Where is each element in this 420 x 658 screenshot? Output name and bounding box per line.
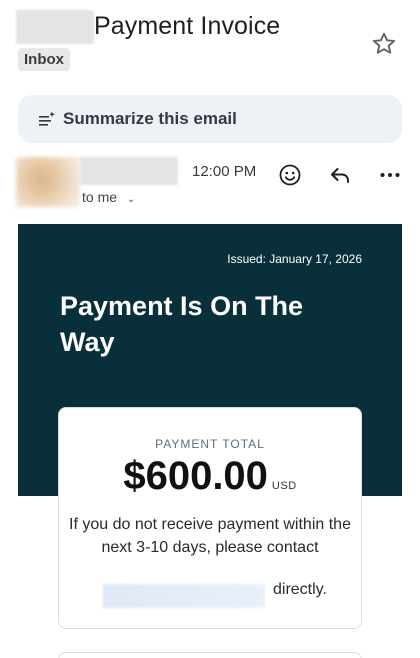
message-time: 12:00 PM [192, 163, 257, 180]
summarize-email-button[interactable]: Summarize this email [18, 95, 402, 143]
next-content-card [58, 652, 362, 658]
emoji-icon[interactable] [278, 163, 302, 187]
recipient-label: to me [82, 189, 118, 205]
message-sender-row: 12:00 PM to me ⌄ [16, 155, 406, 211]
payment-amount-row: $600.00 USD [59, 454, 361, 499]
payment-total-label: PAYMENT TOTAL [155, 437, 265, 451]
payment-note-end: directly. [273, 581, 327, 598]
payment-total-card: PAYMENT TOTAL $600.00 USD If you do not r… [58, 407, 362, 629]
redacted-sender-address [80, 157, 178, 185]
hero-headline: Payment Is On The Way [60, 291, 304, 357]
payment-currency: USD [271, 480, 297, 492]
reply-icon[interactable] [328, 163, 352, 187]
star-icon[interactable] [370, 30, 398, 58]
email-subject: Payment Invoice [94, 12, 281, 40]
email-header: Payment Invoice Inbox [16, 4, 404, 74]
issued-date: Issued: January 17, 2026 [227, 252, 362, 266]
payment-note: If you do not receive payment within the… [69, 516, 351, 556]
redacted-contact-link[interactable] [103, 584, 265, 608]
payment-amount: $600.00 [123, 454, 268, 498]
summarize-label: Summarize this email [63, 109, 237, 128]
avatar[interactable] [16, 157, 80, 207]
recipient-details-toggle[interactable]: to me ⌄ [82, 189, 135, 205]
chevron-down-icon: ⌄ [126, 194, 136, 205]
redacted-sender-name [16, 10, 94, 44]
inbox-label-chip[interactable]: Inbox [18, 48, 70, 71]
more-options-icon[interactable] [378, 163, 402, 187]
sparkle-list-icon [39, 111, 55, 126]
